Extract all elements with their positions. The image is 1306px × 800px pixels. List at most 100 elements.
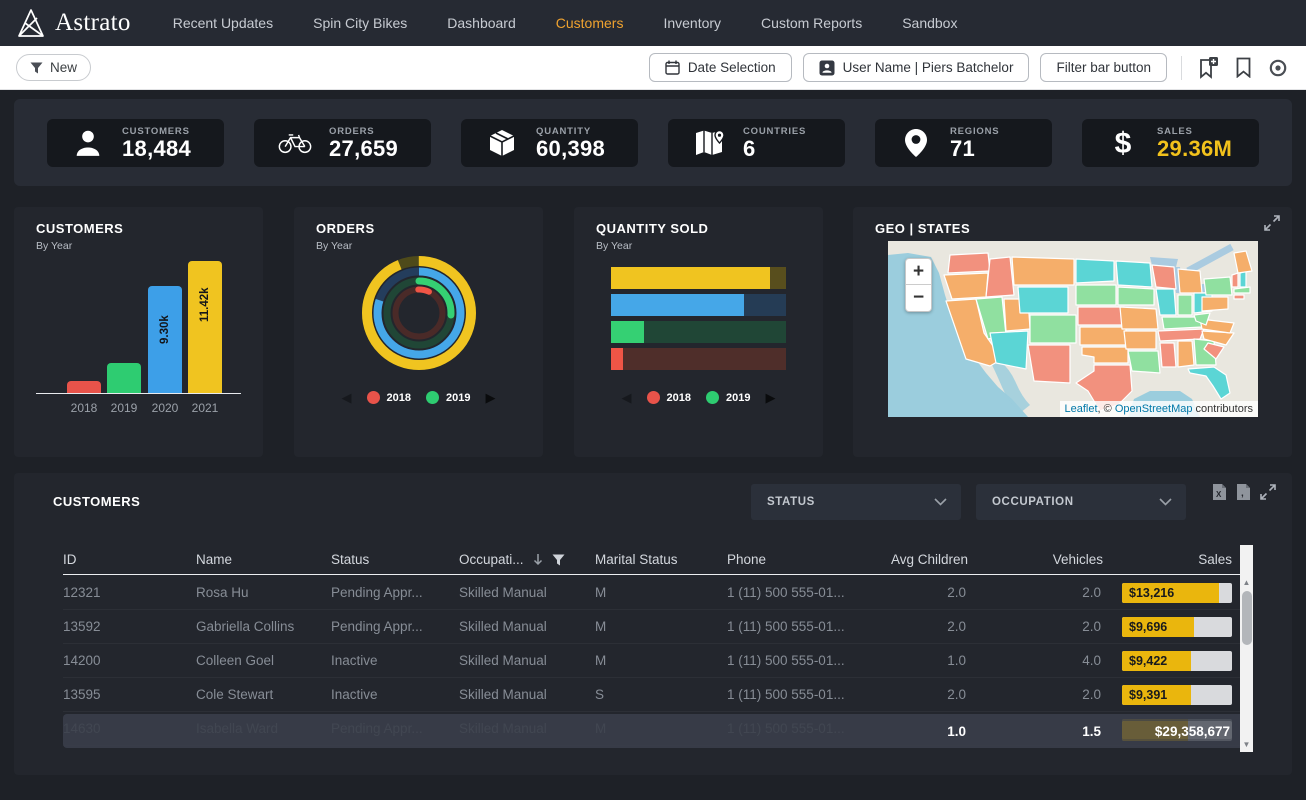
sales-value: $9,696 [1129, 617, 1167, 637]
kpi-label: CUSTOMERS [122, 126, 191, 137]
kpi-value: 71 [950, 138, 999, 160]
export-csv-icon[interactable]: , [1236, 483, 1251, 501]
status-filter-dropdown[interactable]: STATUS [751, 484, 961, 520]
cell: 13595 [63, 687, 196, 702]
table-row[interactable]: 13595Cole StewartInactiveSkilled ManualS… [63, 678, 1246, 712]
hbar-2019[interactable] [611, 321, 786, 343]
sales-value: $9,422 [1129, 651, 1167, 671]
cell: Skilled Manual [459, 687, 595, 702]
expand-icon[interactable] [1260, 484, 1276, 500]
legend-prev-arrow[interactable]: ◀ [342, 391, 352, 404]
legend-next-arrow[interactable]: ▶ [485, 391, 495, 404]
cell: 4.0 [968, 653, 1103, 668]
column-header-name[interactable]: Name [196, 552, 331, 567]
legend-item-2019[interactable]: 2019 [426, 391, 470, 404]
sales-bar-cell: $9,696 [1122, 617, 1232, 637]
cell: 1 (11) 500 555-01... [727, 687, 877, 702]
scroll-down-arrow[interactable]: ▼ [1240, 740, 1253, 749]
cell: 1 (11) 500 555-01... [727, 653, 877, 668]
hbar-fill [611, 294, 744, 316]
zoom-in-button[interactable]: + [906, 259, 931, 285]
scroll-up-arrow[interactable]: ▲ [1240, 578, 1253, 587]
hbar-2018[interactable] [611, 348, 786, 370]
map-icon [692, 129, 726, 157]
table-row[interactable]: 14200Colleen GoelInactiveSkilled ManualM… [63, 644, 1246, 678]
nav-item-customers[interactable]: Customers [536, 15, 644, 31]
hbar-chart [574, 207, 823, 457]
zoom-out-button[interactable]: − [906, 285, 931, 311]
user-button-label: User Name | Piers Batchelor [843, 60, 1014, 75]
cell: M [595, 585, 727, 600]
user-button[interactable]: User Name | Piers Batchelor [803, 53, 1030, 82]
column-label: ID [63, 552, 77, 567]
hbar-fill [611, 348, 623, 370]
nav-item-custom-reports[interactable]: Custom Reports [741, 15, 882, 31]
column-label: Marital Status [595, 552, 678, 567]
table-row[interactable]: 13592Gabriella CollinsPending Appr...Ski… [63, 610, 1246, 644]
cell: Skilled Manual [459, 619, 595, 634]
new-filter-button[interactable]: New [16, 54, 91, 81]
legend-item-2018[interactable]: 2018 [647, 391, 691, 404]
filter-bar-button[interactable]: Filter bar button [1040, 53, 1167, 82]
attribution-link[interactable]: Leaflet [1065, 403, 1098, 415]
date-selection-button[interactable]: Date Selection [649, 53, 792, 82]
kpi-value: 27,659 [329, 138, 398, 160]
kpi-label: COUNTRIES [743, 126, 806, 137]
scrollbar-thumb[interactable] [1242, 591, 1252, 645]
map-attribution: Leaflet, © OpenStreetMap contributors [1060, 401, 1259, 417]
cell: Skilled Manual [459, 585, 595, 600]
legend-prev-arrow[interactable]: ◀ [622, 391, 632, 404]
occupation-filter-dropdown[interactable]: OCCUPATION [976, 484, 1186, 520]
filter-icon[interactable] [552, 554, 565, 566]
legend-item-2018[interactable]: 2018 [367, 391, 411, 404]
vertical-scrollbar[interactable]: ▲ ▼ [1240, 545, 1253, 752]
column-header-status[interactable]: Status [331, 552, 459, 567]
nav-item-inventory[interactable]: Inventory [643, 15, 741, 31]
leaflet-map[interactable]: + − Leaflet, © OpenStreetMap contributor… [888, 241, 1258, 417]
cell: 2.0 [968, 687, 1103, 702]
column-header-sales[interactable]: Sales [1103, 552, 1232, 567]
column-label: Name [196, 552, 232, 567]
column-header-occupati-[interactable]: Occupati... [459, 552, 595, 567]
legend-next-arrow[interactable]: ▶ [765, 391, 775, 404]
column-header-vehicles[interactable]: Vehicles [968, 552, 1103, 567]
column-header-avg-children[interactable]: Avg Children [877, 552, 968, 567]
column-header-phone[interactable]: Phone [727, 552, 877, 567]
table-row[interactable]: 12321Rosa HuPending Appr...Skilled Manua… [63, 576, 1246, 610]
x-axis-label: 2020 [148, 401, 182, 415]
chart-legend: ◀ 2018 2019 ▶ [574, 391, 823, 404]
kpi-card-countries: COUNTRIES6 [668, 119, 845, 167]
eye-icon[interactable] [1266, 56, 1290, 80]
cell: 2.0 [877, 619, 968, 634]
cell: Skilled Manual [459, 653, 595, 668]
totals-sales: $29,358,677 [1155, 721, 1230, 741]
nav-item-spin-city-bikes[interactable]: Spin City Bikes [293, 15, 427, 31]
bar-2020[interactable]: 9.30k [148, 286, 182, 394]
customers-table-panel: CUSTOMERS STATUS OCCUPATION X , IDNameSt… [14, 473, 1292, 775]
sort-desc-icon[interactable] [533, 553, 543, 566]
expand-icon[interactable] [1264, 215, 1280, 231]
nav-item-sandbox[interactable]: Sandbox [882, 15, 977, 31]
hbar-2020[interactable] [611, 294, 786, 316]
bookmark-add-icon[interactable] [1196, 56, 1220, 80]
brand-logo[interactable]: Astrato [16, 7, 131, 39]
legend-item-2019[interactable]: 2019 [706, 391, 750, 404]
column-header-id[interactable]: ID [63, 552, 196, 567]
filter-bar-button-label: Filter bar button [1056, 60, 1151, 75]
column-header-marital-status[interactable]: Marital Status [595, 552, 727, 567]
toolbar: New Date Selection User Name | Piers Bat… [0, 46, 1306, 90]
cell: 13592 [63, 619, 196, 634]
legend-label: 2019 [446, 392, 470, 404]
attribution-link[interactable]: OpenStreetMap [1115, 403, 1193, 415]
bookmark-icon[interactable] [1231, 56, 1255, 80]
nav-item-recent-updates[interactable]: Recent Updates [153, 15, 293, 31]
bar-2021[interactable]: 11.42k [188, 261, 222, 394]
kpi-label: SALES [1157, 126, 1232, 137]
cell: Inactive [331, 653, 459, 668]
hbar-2021[interactable] [611, 267, 786, 289]
export-excel-icon[interactable]: X [1212, 483, 1227, 501]
nav-item-dashboard[interactable]: Dashboard [427, 15, 536, 31]
bar-2019[interactable] [107, 363, 141, 394]
kpi-card-quantity: QUANTITY60,398 [461, 119, 638, 167]
kpi-label: REGIONS [950, 126, 999, 137]
